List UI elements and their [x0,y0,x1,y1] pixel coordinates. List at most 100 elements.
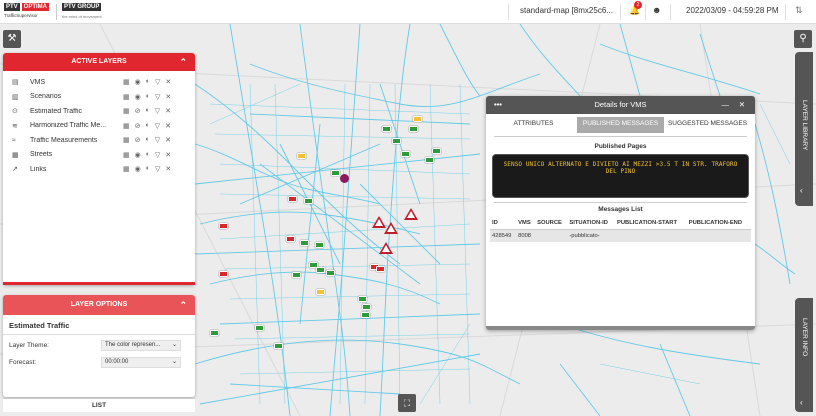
vms-marker[interactable] [288,196,297,202]
vms-marker[interactable] [413,116,422,122]
eye-icon[interactable]: ◉ [135,165,141,173]
grid-icon[interactable]: ▦ [123,107,130,115]
chevron-left-icon[interactable]: ‹ [800,186,803,195]
column-header[interactable]: SOURCE [535,217,568,230]
vms-marker[interactable] [219,223,228,229]
chevron-up-icon[interactable]: ⌃ [179,53,187,71]
grid-icon[interactable]: ▦ [123,122,130,130]
vms-marker[interactable] [210,330,219,336]
selected-vms-dot[interactable] [340,174,349,183]
vms-marker[interactable] [331,170,340,176]
details-header[interactable]: ••• Details for VMS — ✕ [486,96,755,114]
filter-icon[interactable]: ▽ [155,136,160,144]
layer-row[interactable]: ⊙ Estimated Traffic ▦ ⊘ ◐ ▽ ✕ [3,104,195,119]
remove-icon[interactable]: ✕ [165,151,171,159]
layer-row[interactable]: ↗ Links ▦ ◉ ◐ ▽ ✕ [3,162,195,177]
remove-icon[interactable]: ✕ [165,122,171,130]
search-icon[interactable]: ⚲ [794,30,812,48]
vms-marker[interactable] [292,272,301,278]
vms-marker[interactable] [361,312,370,318]
layer-library-tab[interactable]: LAYER LIBRARY ‹ [795,52,813,206]
drag-handle-icon[interactable]: ••• [494,96,502,114]
vms-marker[interactable] [255,325,264,331]
tab-suggested-messages[interactable]: SUGGESTED MESSAGES [664,117,751,133]
vms-marker[interactable] [316,267,325,273]
vms-marker[interactable] [297,153,306,159]
column-header[interactable]: ID [490,217,517,230]
remove-icon[interactable]: ✕ [165,78,171,86]
tab-published-messages[interactable]: PUBLISHED MESSAGES [577,117,664,133]
grid-icon[interactable]: ▦ [123,151,130,159]
vms-marker[interactable] [376,266,385,272]
grid-icon[interactable]: ▦ [123,136,130,144]
palette-icon[interactable]: ◐ [146,165,150,173]
vms-marker[interactable] [316,289,325,295]
sort-arrows-icon[interactable]: ⇅ [795,5,803,16]
filter-icon[interactable]: ▽ [155,165,160,173]
remove-icon[interactable]: ✕ [165,107,171,115]
map-title[interactable]: standard-map [8mx25c6... [520,6,613,15]
vms-marker[interactable] [300,240,309,246]
column-header[interactable]: VMS [516,217,536,230]
layer-row[interactable]: ▥ Scenarios ▦ ◉ ◐ ▽ ✕ [3,90,195,105]
minimize-icon[interactable]: — [722,96,730,114]
vms-marker[interactable] [362,304,371,310]
wrench-icon[interactable]: ⚒ [3,30,21,48]
palette-icon[interactable]: ◐ [146,136,150,144]
layer-info-tab[interactable]: LAYER INFO ‹ [795,298,813,412]
palette-icon[interactable]: ◐ [146,78,150,86]
palette-icon[interactable]: ◐ [146,107,150,115]
vms-marker[interactable] [219,271,228,277]
event-warning-icon[interactable] [384,222,398,234]
eye-off-icon[interactable]: ⊘ [135,122,141,130]
remove-icon[interactable]: ✕ [165,165,171,173]
eye-off-icon[interactable]: ⊘ [135,136,141,144]
chevron-left-icon[interactable]: ‹ [800,398,803,407]
close-icon[interactable]: ✕ [739,96,745,114]
filter-icon[interactable]: ▽ [155,93,160,101]
palette-icon[interactable]: ◐ [146,151,150,159]
palette-icon[interactable]: ◐ [146,93,150,101]
remove-icon[interactable]: ✕ [165,136,171,144]
grid-icon[interactable]: ▦ [123,165,130,173]
vms-marker[interactable] [358,296,367,302]
column-header[interactable]: SITUATION-ID [567,217,615,230]
chevron-up-icon[interactable]: ⌃ [179,295,187,315]
eye-icon[interactable]: ◉ [135,93,141,101]
table-row[interactable]: 428549 8008 -pubblicato- [490,229,751,242]
vms-marker[interactable] [326,270,335,276]
theme-select[interactable]: The color represen... ⌄ [101,339,181,351]
vms-marker[interactable] [392,138,401,144]
filter-icon[interactable]: ▽ [155,151,160,159]
layer-row[interactable]: ≈ Traffic Measurements ▦ ⊘ ◐ ▽ ✕ [3,133,195,148]
vms-marker[interactable] [315,242,324,248]
vms-marker[interactable] [274,343,283,349]
eye-icon[interactable]: ◉ [135,151,141,159]
list-button[interactable]: LIST [3,398,195,412]
fullscreen-icon[interactable]: ⛶ [398,394,416,412]
vms-marker[interactable] [409,126,418,132]
filter-icon[interactable]: ▽ [155,122,160,130]
column-header[interactable]: PUBLICATION-START [615,217,687,230]
vms-marker[interactable] [432,148,441,154]
tab-attributes[interactable]: ATTRIBUTES [490,117,577,133]
vms-marker[interactable] [382,126,391,132]
remove-icon[interactable]: ✕ [165,93,171,101]
user-icon[interactable]: ☻ [652,5,661,15]
layer-row[interactable]: ▤ VMS ▦ ◉ ◐ ▽ ✕ [3,75,195,90]
vms-marker[interactable] [425,157,434,163]
vms-marker[interactable] [304,198,313,204]
event-warning-icon[interactable] [379,242,393,254]
grid-icon[interactable]: ▦ [123,93,130,101]
vms-marker[interactable] [401,151,410,157]
palette-icon[interactable]: ◐ [146,122,150,130]
layer-row[interactable]: ≋ Harmonized Traffic Me... ▦ ⊘ ◐ ▽ ✕ [3,119,195,134]
column-header[interactable]: PUBLICATION-END [686,217,751,230]
layer-row[interactable]: ▦ Streets ▦ ◉ ◐ ▽ ✕ [3,148,195,163]
filter-icon[interactable]: ▽ [155,107,160,115]
eye-icon[interactable]: ◉ [135,78,141,86]
event-warning-icon[interactable] [404,208,418,220]
grid-icon[interactable]: ▦ [123,78,130,86]
filter-icon[interactable]: ▽ [155,78,160,86]
active-layers-header[interactable]: ACTIVE LAYERS ⌃ [3,53,195,71]
